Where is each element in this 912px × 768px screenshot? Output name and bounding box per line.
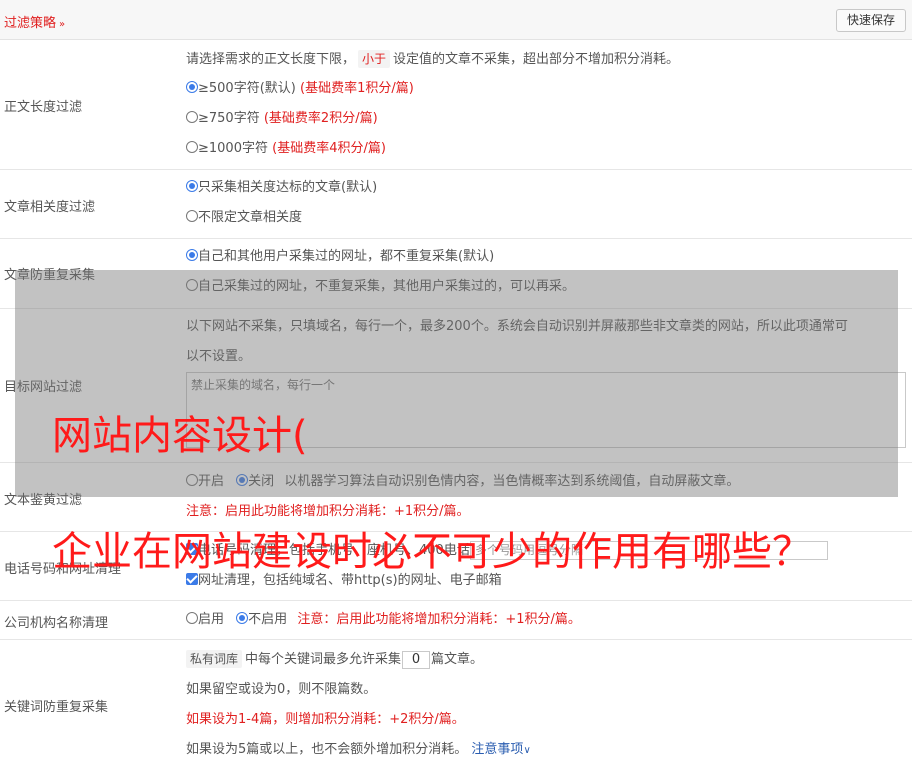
notes-link[interactable]: 注意事项∨	[471, 742, 530, 757]
dedupe-option-text: 自己和其他用户采集过的网址，都不重复采集(默认)	[198, 249, 495, 264]
porn-warning: 注意：启用此功能将增加积分消耗：+1积分/篇。	[186, 504, 470, 519]
length-option-note: (基础费率1积分/篇)	[300, 81, 414, 96]
radio-checked-icon[interactable]	[186, 180, 198, 192]
length-option-note: (基础费率2积分/篇)	[263, 111, 378, 126]
double-chevron-down-icon: »	[59, 19, 66, 30]
radio-checked-icon[interactable]	[186, 249, 198, 261]
relevance-option-default[interactable]: 只采集相关度达标的文章(默认)	[186, 179, 377, 197]
length-desc-post: 设定值的文章不采集，超出部分不增加积分消耗。	[393, 52, 680, 67]
length-option-note: (基础费率4积分/篇)	[272, 141, 386, 156]
relevance-option-text: 只采集相关度达标的文章(默认)	[198, 180, 378, 195]
length-option-1000[interactable]: ≥1000字符 (基础费率4积分/篇)	[186, 140, 386, 158]
radio-checked-icon[interactable]	[236, 612, 249, 624]
overlay-title-line-1: 网站内容设计(	[52, 413, 308, 459]
filter-header: 过滤策略» 快速保存	[0, 0, 912, 40]
company-warning: 注意：启用此功能将增加积分消耗：+1积分/篇。	[297, 612, 581, 627]
length-option-text: ≥1000字符	[198, 141, 268, 156]
radio-unchecked-icon[interactable]	[186, 141, 198, 153]
length-desc-pre: 请选择需求的正文长度下限，	[186, 52, 356, 67]
private-lexicon-pill[interactable]: 私有词库	[186, 650, 243, 668]
length-desc-pill: 小于	[358, 50, 391, 68]
notes-link-text: 注意事项	[471, 742, 524, 757]
row-relevance-filter: 文章相关度过滤	[0, 170, 912, 239]
length-filter-label: 正文长度过滤	[4, 100, 83, 115]
filter-section-title[interactable]: 过滤策略»	[4, 12, 65, 31]
filter-title-text: 过滤策略	[4, 16, 57, 31]
keyword-dedupe-label: 关键词防重复采集	[4, 700, 109, 715]
company-cleanup-label: 公司机构名称清理	[4, 616, 109, 631]
gray-overlay-box	[15, 270, 898, 497]
radio-unchecked-icon[interactable]	[186, 111, 198, 123]
company-off-text: 不启用	[248, 612, 288, 627]
dedupe-option-all[interactable]: 自己和其他用户采集过的网址，都不重复采集(默认)	[186, 248, 494, 266]
company-option-on[interactable]: 启用	[186, 612, 224, 627]
keyword-note-2: 如果设为1-4篇，则增加积分消耗：+2积分/篇。	[186, 712, 465, 727]
keyword-limit-post: 篇文章。	[431, 652, 484, 667]
length-description: 请选择需求的正文长度下限， 小于 设定值的文章不采集，超出部分不增加积分消耗。	[186, 50, 679, 69]
overlay-title-line-2: 企业在网站建设时必不可少的作用有哪些？	[52, 529, 812, 575]
keyword-limit-pre: 中每个关键词最多允许采集	[245, 652, 402, 667]
keyword-limit-input[interactable]: 0	[402, 650, 431, 669]
relevance-filter-label: 文章相关度过滤	[4, 200, 96, 215]
radio-unchecked-icon[interactable]	[186, 612, 198, 624]
length-option-750[interactable]: ≥750字符 (基础费率2积分/篇)	[186, 110, 378, 128]
length-option-text: ≥750字符	[198, 111, 260, 126]
length-option-text: ≥500字符(默认)	[198, 81, 296, 96]
keyword-limit-line: 私有词库 中每个关键词最多允许采集 0 篇文章。	[186, 650, 483, 669]
relevance-option-text: 不限定文章相关度	[198, 210, 303, 225]
keyword-note-1: 如果留空或设为0，则不限篇数。	[186, 682, 377, 697]
relevance-option-unlimited[interactable]: 不限定文章相关度	[186, 209, 302, 227]
keyword-note-3-text: 如果设为5篇或以上，也不会额外增加积分消耗。	[186, 742, 468, 757]
quick-save-button[interactable]: 快速保存	[836, 9, 906, 32]
company-cleanup-options: 启用 不启用 注意：启用此功能将增加积分消耗：+1积分/篇。	[186, 611, 581, 629]
chevron-down-icon: ∨	[523, 745, 531, 756]
keyword-note-3: 如果设为5篇或以上，也不会额外增加积分消耗。 注意事项∨	[186, 741, 531, 760]
company-option-off[interactable]: 不启用	[236, 612, 287, 627]
radio-unchecked-icon[interactable]	[186, 210, 198, 222]
radio-checked-icon[interactable]	[186, 81, 198, 93]
length-option-500[interactable]: ≥500字符(默认) (基础费率1积分/篇)	[186, 80, 414, 98]
company-on-text: 启用	[198, 612, 225, 627]
